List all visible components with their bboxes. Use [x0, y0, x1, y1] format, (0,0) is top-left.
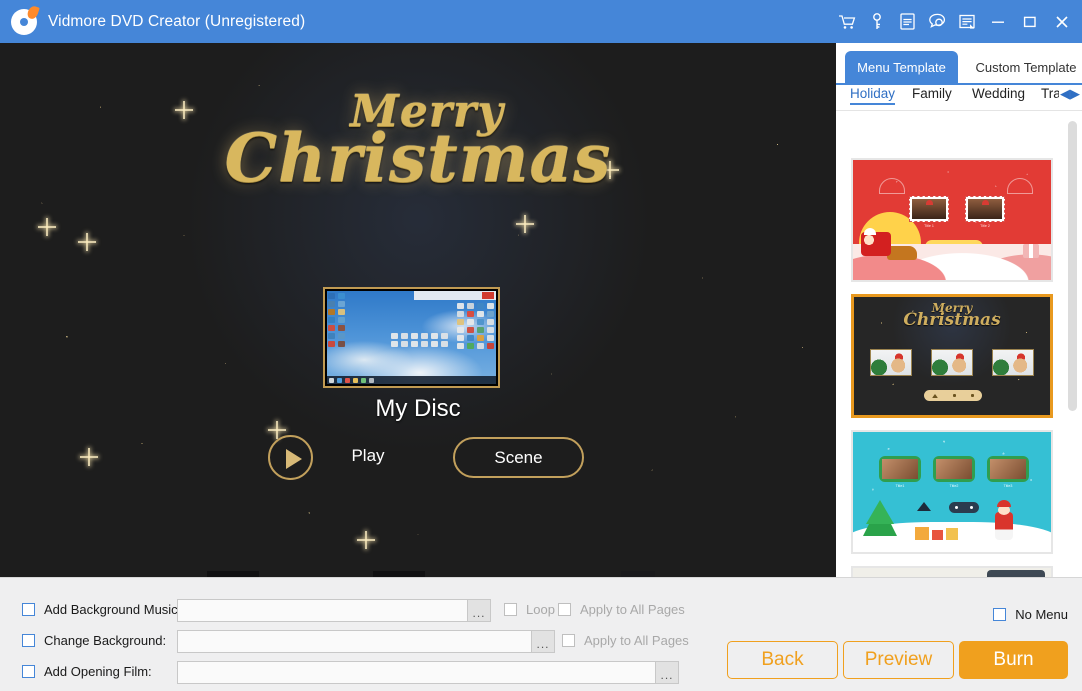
template-item-holiday-dark-merry-christmas[interactable]: Merry Christmas [851, 294, 1053, 418]
change-background-label: Change Background: [44, 633, 166, 648]
template-caption: Title 2 [965, 224, 1005, 228]
subtab-scroll-right-icon[interactable]: ▶ [1070, 87, 1080, 101]
scrollbar-thumb[interactable] [1068, 121, 1077, 411]
title-bar-controls [832, 0, 1078, 43]
no-menu-checkbox[interactable] [993, 608, 1006, 621]
template-thumbnail [853, 568, 1051, 577]
sparkle-decoration [516, 215, 534, 233]
sparkle-decoration [78, 233, 96, 251]
subtab-holiday[interactable]: Holiday [850, 86, 895, 101]
no-menu-row: No Menu [993, 607, 1068, 622]
app-logo-icon [11, 9, 37, 35]
template-caption: Title2 [933, 484, 975, 488]
loop-checkbox[interactable] [504, 603, 517, 616]
template-item-holiday-cyan-winter[interactable]: Title1 Title2 Title3 [851, 430, 1053, 554]
template-title-line2: Christmas [854, 312, 1050, 328]
feedback-icon[interactable] [922, 0, 952, 43]
menu-title: Merry Christmas [0, 91, 836, 189]
opening-film-input[interactable] [178, 662, 655, 683]
no-menu-label: No Menu [1015, 607, 1068, 622]
tab-menu-template[interactable]: Menu Template [845, 51, 958, 83]
template-caption: Title1 [879, 484, 921, 488]
thumbnail-taskbar-tray [329, 378, 374, 383]
template-list[interactable]: Title 1 Title 2 Merry Christmas [836, 114, 1082, 577]
minimize-icon[interactable] [982, 0, 1014, 43]
play-label[interactable]: Play [340, 446, 396, 466]
close-icon[interactable] [1046, 0, 1078, 43]
change-background-browse-button[interactable]: ... [531, 631, 554, 652]
music-apply-to-all-pages-label: Apply to All Pages [580, 602, 685, 617]
template-list-scrollbar[interactable] [1068, 121, 1077, 569]
template-thumbnail: Merry Christmas [854, 297, 1050, 415]
bottom-options-panel: Add Background Music: ... Loop Apply to … [0, 577, 1082, 691]
add-background-music-row: Add Background Music: [22, 602, 181, 617]
subtab-wedding[interactable]: Wedding [972, 86, 1025, 101]
template-item-holiday-photo[interactable] [851, 566, 1053, 577]
loop-row: Loop [504, 602, 555, 617]
change-background-input[interactable] [178, 631, 531, 652]
add-background-music-checkbox[interactable] [22, 603, 35, 616]
subtab-family[interactable]: Family [912, 86, 952, 101]
template-panel: Menu Template Custom Template Holiday Fa… [836, 43, 1082, 577]
template-caption: Title3 [987, 484, 1029, 488]
preview-button[interactable]: Preview [843, 641, 954, 679]
thumbnail-desktop-icons-left [328, 293, 345, 347]
change-background-checkbox[interactable] [22, 634, 35, 647]
subtab-scroll-left-icon[interactable]: ◀ [1060, 87, 1070, 101]
opening-film-browse-button[interactable]: ... [655, 662, 678, 683]
menu-title-line2: Christmas [0, 127, 836, 190]
menu-preview-stage: Merry Christmas [0, 43, 836, 577]
change-background-row: Change Background: [22, 633, 166, 648]
background-apply-to-all-pages-label: Apply to All Pages [584, 633, 689, 648]
add-opening-film-row: Add Opening Film: [22, 664, 152, 679]
subtab-scroll-arrows[interactable]: ◀ ▶ [1059, 87, 1080, 101]
add-opening-film-label: Add Opening Film: [44, 664, 152, 679]
title-bar: Vidmore DVD Creator (Unregistered) [0, 0, 1082, 43]
disc-thumbnail[interactable] [323, 287, 500, 388]
template-thumbnail: Title 1 Title 2 [853, 160, 1051, 280]
thumbnail-desktop-icons-right [457, 303, 494, 349]
bg-apply-all-row: Apply to All Pages [562, 633, 689, 648]
burn-button[interactable]: Burn [959, 641, 1068, 679]
key-icon[interactable] [862, 0, 892, 43]
back-button[interactable]: Back [727, 641, 838, 679]
sparkle-decoration [80, 448, 98, 466]
thumbnail-desktop-icons-mid [391, 333, 448, 347]
maximize-icon[interactable] [1014, 0, 1046, 43]
scene-button[interactable]: Scene [453, 437, 584, 478]
music-apply-all-row: Apply to All Pages [558, 602, 685, 617]
music-apply-to-all-pages-checkbox[interactable] [558, 603, 571, 616]
category-subtabs: Holiday Family Wedding Tra ◀ ▶ [836, 83, 1082, 111]
app-window: Vidmore DVD Creator (Unregistered) [0, 0, 1082, 691]
background-music-input[interactable] [178, 600, 467, 621]
background-apply-to-all-pages-checkbox[interactable] [562, 634, 575, 647]
play-triangle-icon [286, 449, 302, 469]
disc-title[interactable]: My Disc [0, 395, 836, 423]
template-item-holiday-red-santa[interactable]: Title 1 Title 2 [851, 158, 1053, 282]
subtab-travel[interactable]: Tra [1041, 86, 1061, 101]
app-title: Vidmore DVD Creator (Unregistered) [48, 13, 305, 31]
play-button[interactable] [268, 435, 313, 480]
template-tabs: Menu Template Custom Template [836, 43, 1082, 83]
sparkle-decoration [38, 218, 56, 236]
menu-icon[interactable] [952, 0, 982, 43]
background-music-field[interactable]: ... [177, 599, 491, 622]
sparkle-decoration [357, 531, 375, 549]
loop-label: Loop [526, 602, 555, 617]
background-music-browse-button[interactable]: ... [467, 600, 490, 621]
cart-icon[interactable] [832, 0, 862, 43]
change-background-field[interactable]: ... [177, 630, 555, 653]
template-caption: Title 1 [909, 224, 949, 228]
template-thumbnail: Title1 Title2 Title3 [853, 432, 1051, 552]
add-background-music-label: Add Background Music: [44, 602, 181, 617]
opening-film-field[interactable]: ... [177, 661, 679, 684]
tab-custom-template[interactable]: Custom Template [966, 51, 1082, 83]
thumbnail-toolbar [414, 291, 496, 300]
register-icon[interactable] [892, 0, 922, 43]
add-opening-film-checkbox[interactable] [22, 665, 35, 678]
